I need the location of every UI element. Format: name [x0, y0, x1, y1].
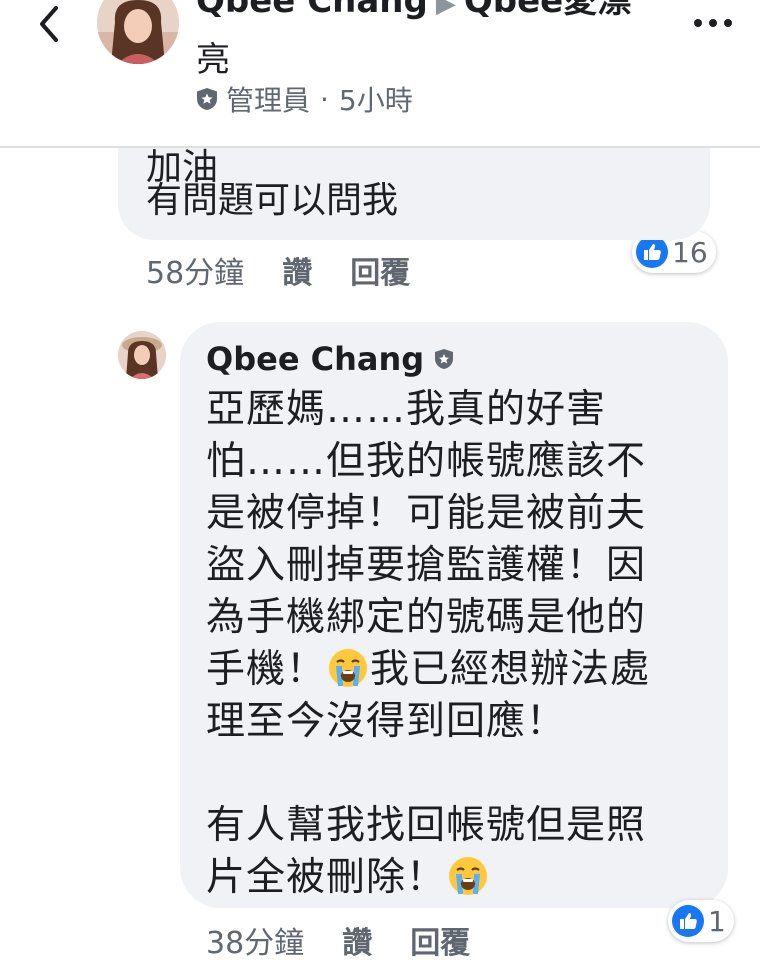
- comment-line: 理至今沒得到回應！: [206, 699, 567, 744]
- separator-arrow: ▶: [435, 0, 456, 19]
- reaction-count: 1: [708, 904, 726, 938]
- like-button[interactable]: 讚: [282, 248, 312, 292]
- author-name[interactable]: Qbee Chang: [196, 0, 428, 21]
- comment-fragment: 片全被刪除！: [206, 855, 447, 900]
- author-name[interactable]: Qbee Chang: [206, 340, 424, 378]
- comment-time: 38分鐘: [206, 926, 305, 960]
- group-name-cont[interactable]: 亮: [196, 37, 666, 83]
- comment-text: 有問題可以問我: [146, 180, 399, 221]
- dot-separator: ·: [320, 82, 329, 116]
- comment-time: 58分鐘: [146, 256, 245, 291]
- comment-line: 手機！ 我已經想辦法處: [206, 644, 716, 696]
- comment-fragment: 手機！: [206, 647, 327, 692]
- post-title[interactable]: Qbee Chang ▶ Qbee愛漂 亮: [196, 0, 666, 83]
- crying-face-emoji-icon: [329, 649, 368, 687]
- like-button[interactable]: 讚: [342, 918, 372, 960]
- role-label: 管理員: [226, 84, 311, 117]
- group-name[interactable]: Qbee愛漂: [464, 0, 631, 21]
- avatar-photo: [118, 331, 166, 379]
- chevron-left-icon[interactable]: [28, 2, 72, 46]
- reaction-count: 16: [672, 235, 708, 269]
- avatar[interactable]: [118, 331, 166, 379]
- post-time[interactable]: 5小時: [339, 79, 413, 119]
- comment-text: 亞歷媽……我真的好害 怕……但我的帳號應該不 是被停掉！可能是被前夫 盜入刪掉要…: [206, 384, 716, 904]
- comment-line: 亞歷媽……我真的好害: [206, 387, 607, 432]
- reaction-badge[interactable]: 1: [668, 900, 734, 942]
- avatar[interactable]: [97, 0, 179, 64]
- shield-icon: [197, 88, 217, 110]
- comment-line: 怕……但我的帳號應該不: [206, 439, 647, 484]
- comment-bubble[interactable]: Qbee Chang 亞歷媽……我真的好害 怕……但我的帳號應該不 是被停掉！可…: [180, 322, 728, 908]
- comment-line: 盜入刪掉要搶監護權！因: [206, 543, 647, 588]
- comment-line: 為手機綁定的號碼是他的: [206, 595, 647, 640]
- comment-fragment: 我已經想辦法處: [370, 647, 651, 692]
- post-meta: 管理員 · 5小時: [196, 79, 413, 119]
- like-thumb-icon: [672, 905, 704, 937]
- more-horizontal-icon[interactable]: [690, 8, 736, 38]
- comment-thread-page: 加油 有問題可以問我 58分鐘 讚 回覆 16 Qbee Chang 亞歷媽………: [0, 0, 760, 960]
- comment-line: 是被停掉！可能是被前夫: [206, 491, 647, 536]
- reply-button[interactable]: 回覆: [410, 918, 470, 960]
- reply-button[interactable]: 回覆: [350, 248, 410, 292]
- comment-author[interactable]: Qbee Chang: [206, 340, 454, 378]
- shield-icon: [435, 349, 454, 369]
- comment-line: 有人幫我找回帳號但是照: [206, 803, 647, 848]
- comment-actions: 58分鐘 讚 回覆: [146, 248, 410, 292]
- comment-actions: 38分鐘 讚 回覆: [206, 918, 470, 960]
- like-thumb-icon: [636, 236, 668, 268]
- crying-face-emoji-icon: [449, 857, 488, 895]
- comment-line: 片全被刪除！: [206, 852, 716, 904]
- post-header: Qbee Chang ▶ Qbee愛漂 亮 管理員 · 5小時: [0, 0, 760, 148]
- avatar-photo: [97, 0, 179, 64]
